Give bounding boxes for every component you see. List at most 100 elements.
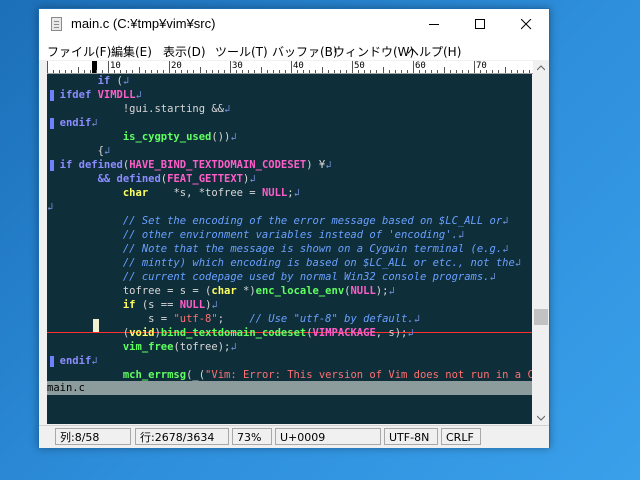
menu-window[interactable]: ウィンドウ(W) (333, 43, 414, 60)
menu-help[interactable]: ヘルプ(H) (407, 43, 461, 60)
eol-marker: ↲ (224, 103, 231, 115)
ruler-tick (315, 70, 317, 73)
menu-view[interactable]: 表示(D) (163, 43, 206, 60)
code-token: // current codepage used by normal Win32… (122, 271, 490, 283)
maximize-button[interactable] (457, 9, 503, 40)
code-token: endif (59, 355, 92, 367)
scroll-up-icon[interactable] (537, 65, 545, 71)
ruler-tick (132, 70, 134, 73)
ruler-label: 20 (171, 61, 182, 71)
code-token: if defined (59, 159, 123, 171)
eol-marker: ↲ (211, 299, 218, 311)
code-line: // Set the encoding of the error message… (47, 214, 532, 228)
ruler-tick (248, 70, 250, 73)
code-line: // current codepage used by normal Win32… (47, 270, 532, 284)
code-token: "Vim: Error: This version of Vim does no… (205, 369, 532, 381)
ruler-tick (492, 70, 494, 73)
minimize-button[interactable] (411, 9, 457, 40)
scrollbar-thumb[interactable] (534, 309, 548, 325)
eol-marker: ↲ (103, 145, 111, 157)
code-token: char (211, 285, 237, 297)
title-bar[interactable]: main.c (C:¥tmp¥vim¥src) (39, 9, 549, 40)
ruler-tick (254, 70, 256, 73)
ruler-tick (394, 70, 396, 73)
menu-file[interactable]: ファイル(F) (47, 43, 111, 60)
ruler-tick (388, 70, 390, 73)
code-line: endif↲ (47, 354, 532, 368)
code-line: tofree = s = (char *)enc_locale_env(NULL… (47, 284, 532, 298)
ruler-tick (284, 70, 286, 73)
ruler-tick (230, 61, 231, 73)
code-token: endif (59, 117, 92, 129)
eol-marker: ↲ (388, 285, 395, 297)
ruler-tick (474, 61, 475, 73)
ruler-tick (437, 70, 439, 73)
eol-marker: ↲ (135, 89, 142, 101)
code-line: mch_errmsg(_("Vim: Error: This version o… (47, 368, 532, 382)
eol-marker: ↲ (249, 173, 256, 185)
scroll-down-icon[interactable] (537, 415, 545, 421)
code-token: enc_locale_env (255, 285, 345, 297)
code-token: ); (375, 285, 389, 297)
code-token: is_cygpty_used (122, 131, 212, 143)
eol-marker: ↲ (514, 257, 522, 269)
ruler-tick (260, 67, 262, 73)
ruler-tick (205, 70, 207, 73)
code-token: tofree = s = ( (122, 285, 212, 297)
status-percent: 73% (232, 428, 272, 445)
menu-edit[interactable]: 編集(E) (111, 43, 152, 60)
code-token: (tofree); (173, 341, 231, 353)
code-token: // other environment variables instead o… (122, 229, 458, 241)
vertical-scrollbar[interactable] (533, 61, 549, 425)
ruler-tick (77, 67, 79, 73)
ruler-tick (498, 70, 500, 73)
code-token: *s, *tofree = (148, 187, 262, 199)
code-token: , s); (375, 327, 408, 339)
code-line: && defined(FEAT_GETTEXT)↲ (47, 172, 532, 186)
code-token: void (129, 327, 155, 339)
eol-marker: ↲ (407, 327, 414, 339)
code-line: if (↲ (47, 74, 532, 88)
eol-marker: ↲ (91, 355, 98, 367)
ruler-label: 60 (415, 61, 426, 71)
code-token: "utf-8" (173, 313, 218, 325)
close-button[interactable] (503, 9, 549, 40)
code-line: char *s, *tofree = NULL;↲ (47, 186, 532, 200)
ruler-tick (71, 70, 73, 73)
ruler-tick (467, 70, 469, 73)
fold-sign-marker (50, 356, 54, 367)
ruler-tick (193, 70, 195, 73)
command-line[interactable] (47, 395, 532, 424)
eol-marker: ↲ (489, 271, 496, 283)
status-filename: main.c (47, 382, 85, 394)
document-icon (51, 17, 62, 31)
editor-area[interactable]: if (↲ ifdef VIMDLL↲ !gui.starting &&↲ en… (47, 74, 532, 382)
eol-marker: ↲ (47, 201, 54, 213)
code-token: *) (236, 285, 256, 297)
ruler-tick (138, 67, 140, 73)
code-line: // other environment variables instead o… (47, 228, 532, 242)
window-title: main.c (C:¥tmp¥vim¥src) (71, 16, 216, 31)
menu-buffers[interactable]: バッファ(B) (272, 43, 338, 60)
status-unicode: U+0009 (275, 428, 381, 445)
code-line: // mintty) which encoding is based on $L… (47, 256, 532, 270)
code-token: VIMPACKAGE (312, 327, 376, 339)
ruler-tick (53, 70, 55, 73)
code-token: FEAT_GETTEXT (167, 173, 243, 185)
code-line: if (s == NULL)↲ (47, 298, 532, 312)
ruler-tick (211, 70, 213, 73)
ruler-tick (504, 67, 506, 73)
code-token: ( (110, 75, 123, 87)
ruler-tick (89, 70, 91, 73)
ruler-tick (108, 61, 109, 73)
menu-tools[interactable]: ツール(T) (215, 43, 268, 60)
ruler-label: 30 (232, 61, 243, 71)
code-token: char (122, 187, 149, 199)
